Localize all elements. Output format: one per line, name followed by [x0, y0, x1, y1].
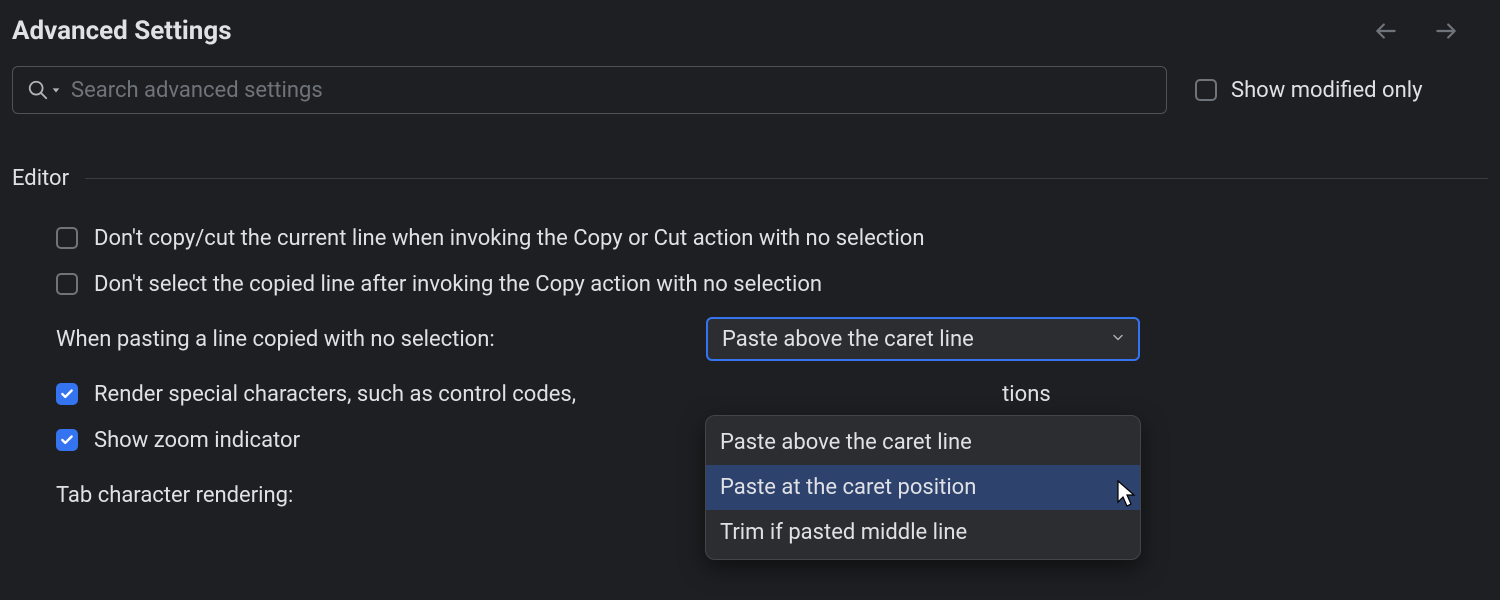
show-modified-only-label: Show modified only [1231, 78, 1423, 103]
search-input[interactable] [71, 78, 1152, 103]
arrow-left-icon [1373, 18, 1399, 44]
paste-mode-dropdown[interactable]: Paste above the caret line [706, 317, 1140, 361]
paste-mode-option-caret[interactable]: Paste at the caret position [706, 465, 1140, 510]
search-field-container[interactable] [12, 66, 1167, 114]
dont-select-copied-label: Don't select the copied line after invok… [94, 272, 822, 297]
render-special-chars-checkbox[interactable] [56, 383, 78, 405]
nav-forward-button[interactable] [1432, 17, 1460, 45]
show-modified-only-checkbox[interactable] [1195, 79, 1217, 101]
dont-select-copied-checkbox[interactable] [56, 273, 78, 295]
show-zoom-indicator-checkbox[interactable] [56, 429, 78, 451]
nav-back-button[interactable] [1372, 17, 1400, 45]
render-special-chars-label-after: tions [1002, 382, 1051, 407]
dont-copy-cut-checkbox[interactable] [56, 227, 78, 249]
paste-mode-dropdown-list: Paste above the caret line Paste at the … [705, 415, 1141, 560]
chevron-down-icon [1110, 327, 1126, 352]
paste-mode-option-above[interactable]: Paste above the caret line [706, 420, 1140, 465]
chevron-down-icon [51, 85, 61, 95]
section-title-editor: Editor [12, 166, 69, 191]
mouse-cursor-icon [1116, 480, 1138, 514]
search-icon [27, 79, 61, 101]
tab-rendering-label: Tab character rendering: [56, 483, 706, 508]
paste-mode-value: Paste above the caret line [722, 327, 974, 352]
arrow-right-icon [1433, 18, 1459, 44]
show-zoom-indicator-label: Show zoom indicator [94, 428, 300, 453]
render-special-chars-label-before: Render special characters, such as contr… [94, 382, 576, 407]
page-title: Advanced Settings [12, 16, 232, 46]
paste-mode-option-trim[interactable]: Trim if pasted middle line [706, 510, 1140, 555]
section-divider [85, 178, 1488, 179]
dont-copy-cut-label: Don't copy/cut the current line when inv… [94, 226, 925, 251]
paste-mode-label: When pasting a line copied with no selec… [56, 327, 706, 352]
